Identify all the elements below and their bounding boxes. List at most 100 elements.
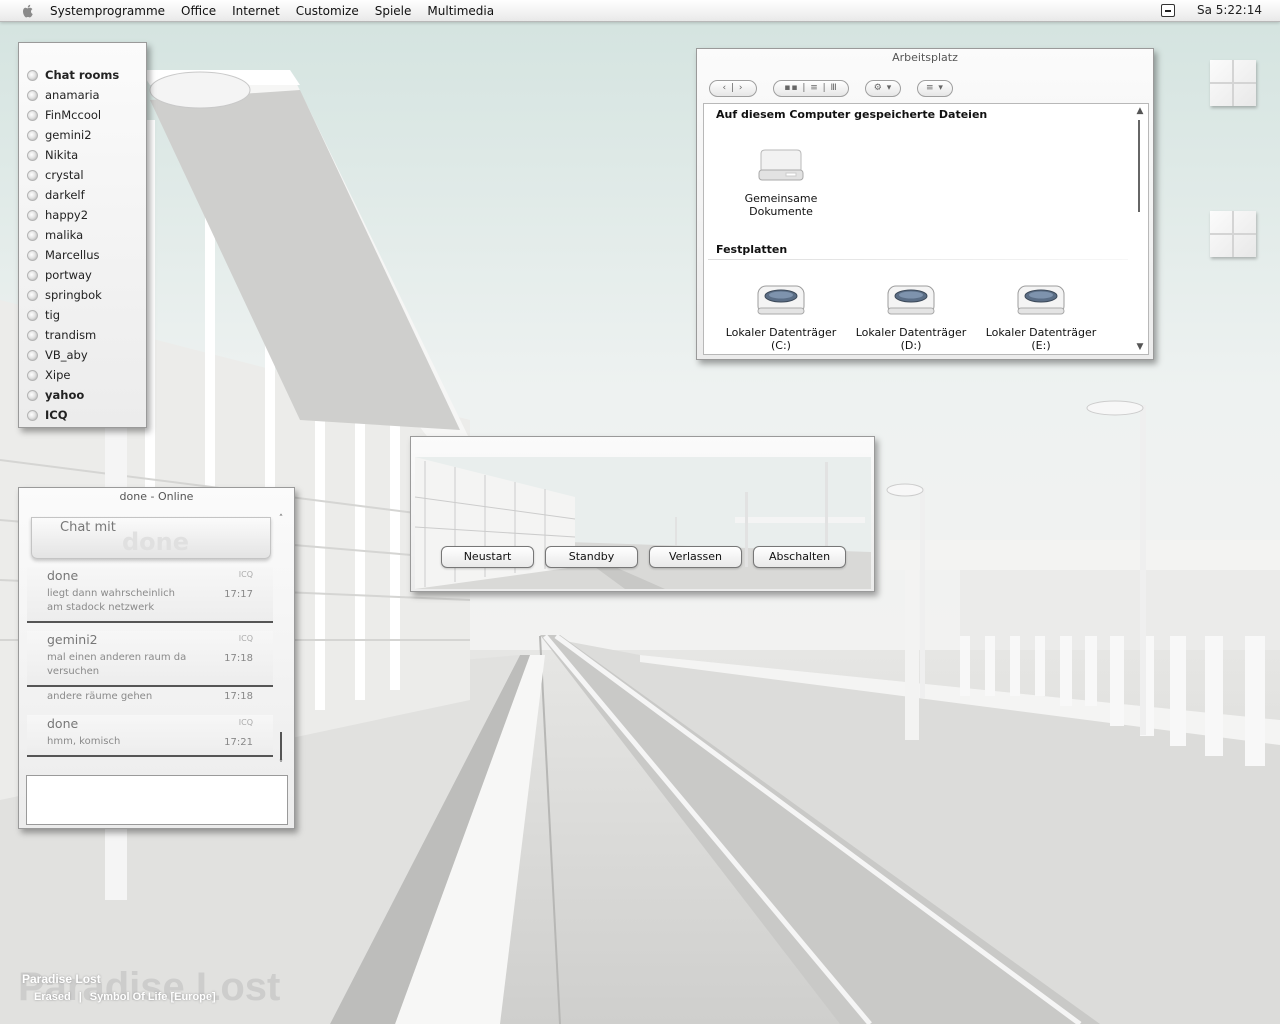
contact-label: anamaria [45, 88, 100, 102]
status-icon [27, 129, 38, 141]
status-icon [27, 189, 38, 201]
window-title: Arbeitsplatz [892, 51, 958, 64]
menu-office[interactable]: Office [181, 4, 216, 18]
folder-drive-icon [758, 149, 804, 181]
status-icon [27, 169, 38, 181]
status-icon [27, 309, 38, 321]
status-icon [27, 69, 38, 81]
scrollbar-thumb[interactable] [1138, 120, 1140, 212]
protocol-label: ICQ [238, 634, 253, 643]
status-icon [27, 249, 38, 261]
message-text: andere räume gehen [47, 691, 153, 702]
contact-item[interactable]: Chat rooms [19, 65, 146, 85]
explorer-toolbar: ‹ | › ▪▪ | ≡ | Ⅲ ⚙ ▾ ≡ ▾ [697, 67, 1153, 101]
contact-list-window: Chat rooms anamaria FinMccool gemini2 Ni… [18, 42, 147, 428]
menu-customize[interactable]: Customize [296, 4, 359, 18]
drive-e-label: Lokaler Datenträger (E:) [985, 326, 1097, 352]
shutdown-scene-image [415, 457, 871, 589]
contact-label: portway [45, 268, 92, 282]
protocol-label: ICQ [238, 570, 253, 579]
contact-item[interactable]: malika [19, 225, 146, 245]
status-icon [27, 329, 38, 341]
desktop-tile-icon[interactable] [1210, 60, 1256, 106]
drive-c-label: Lokaler Datenträger (C:) [725, 326, 837, 352]
message-sender: done [47, 716, 79, 731]
back-forward-button[interactable]: ‹ | › [709, 79, 757, 97]
drive-c[interactable]: Lokaler Datenträger (C:) [716, 280, 846, 352]
contact-item[interactable]: portway [19, 265, 146, 285]
status-icon [27, 209, 38, 221]
status-icon [27, 409, 38, 421]
contact-item[interactable]: FinMccool [19, 105, 146, 125]
scroll-down-icon[interactable]: ˅ [276, 760, 286, 770]
contact-item[interactable]: Xipe [19, 365, 146, 385]
message-history: done ICQ liegt dann wahrscheinlich am sta… [27, 558, 273, 770]
view-mode-button[interactable]: ▪▪ | ≡ | Ⅲ [773, 79, 849, 97]
contact-item[interactable]: darkelf [19, 185, 146, 205]
status-icon [27, 389, 38, 401]
contact-label: tig [45, 308, 61, 322]
contact-label: malika [45, 228, 84, 242]
contact-item[interactable]: yahoo [19, 385, 146, 405]
now-playing-track: Erased [34, 991, 71, 1003]
contact-item[interactable]: Marcellus [19, 245, 146, 265]
clock: Sa 5:22:14 [1196, 3, 1262, 17]
protocol-label: ICQ [238, 718, 253, 727]
contact-item[interactable]: VB_aby [19, 345, 146, 365]
contact-label: FinMccool [45, 108, 102, 122]
hard-drive-icon [887, 285, 935, 315]
message-sender: done [47, 568, 79, 583]
contact-item[interactable]: ICQ [19, 405, 146, 425]
drive-e[interactable]: Lokaler Datenträger (E:) [976, 280, 1106, 352]
menu-multimedia[interactable]: Multimedia [427, 4, 494, 18]
drive-d[interactable]: Lokaler Datenträger (D:) [846, 280, 976, 352]
arrange-icon[interactable]: ≡ ▾ [917, 79, 953, 97]
shared-documents-item[interactable]: Gemeinsame Dokumente [716, 146, 846, 218]
menu-systemprogramme[interactable]: Systemprogramme [50, 4, 165, 18]
chat-header: Chat mit done [31, 517, 271, 559]
contact-item[interactable]: anamaria [19, 85, 146, 105]
message-time: 17:18 [224, 653, 253, 664]
shutdown-button[interactable]: Abschalten [753, 546, 846, 568]
hard-drive-icon [1017, 285, 1065, 315]
scroll-up-icon[interactable]: ▲ [1134, 106, 1146, 116]
section-divider [708, 259, 1128, 260]
contact-label: Marcellus [45, 248, 100, 262]
contact-label: trandism [45, 328, 97, 342]
message-item: done ICQ liegt dann wahrscheinlich am sta… [27, 567, 273, 623]
action-gear-icon[interactable]: ⚙ ▾ [865, 79, 901, 97]
message-text: hmm, komisch [47, 736, 121, 747]
message-time: 17:17 [224, 589, 253, 600]
scrollbar-thumb[interactable] [280, 732, 282, 760]
message-sender: gemini2 [47, 632, 98, 647]
message-item: gemini2 ICQ mal einen anderen raum da ver… [27, 631, 273, 687]
menu-tray: Sa 5:22:14 [1160, 3, 1262, 17]
menu-spiele[interactable]: Spiele [375, 4, 412, 18]
minimize-all-icon[interactable] [1160, 3, 1175, 17]
now-playing-artist: Paradise Lost [22, 972, 101, 986]
chat-with-label: Chat mit [60, 520, 116, 535]
scroll-up-icon[interactable]: ˄ [276, 514, 286, 524]
apple-icon[interactable] [20, 3, 36, 19]
contact-item[interactable]: trandism [19, 325, 146, 345]
contact-item[interactable]: springbok [19, 285, 146, 305]
contact-item[interactable]: Nikita [19, 145, 146, 165]
status-icon [27, 289, 38, 301]
desktop-tile-icon[interactable] [1210, 211, 1256, 257]
contact-item[interactable]: tig [19, 305, 146, 325]
chat-scrollbar[interactable]: ˄ ˅ [276, 514, 286, 770]
message-input[interactable] [26, 775, 288, 825]
chat-window: done - Online Chat mit done done ICQ lieg… [18, 487, 295, 829]
logoff-button[interactable]: Verlassen [649, 546, 742, 568]
contact-item[interactable]: gemini2 [19, 125, 146, 145]
vertical-scrollbar[interactable]: ▲ ▼ [1134, 106, 1146, 352]
shared-documents-label: Gemeinsame Dokumente [744, 192, 818, 218]
restart-button[interactable]: Neustart [441, 546, 534, 568]
status-icon [27, 89, 38, 101]
contact-item[interactable]: happy2 [19, 205, 146, 225]
contact-label: happy2 [45, 208, 89, 222]
contact-item[interactable]: crystal [19, 165, 146, 185]
scroll-down-icon[interactable]: ▼ [1134, 342, 1146, 352]
menu-internet[interactable]: Internet [232, 4, 280, 18]
standby-button[interactable]: Standby [545, 546, 638, 568]
